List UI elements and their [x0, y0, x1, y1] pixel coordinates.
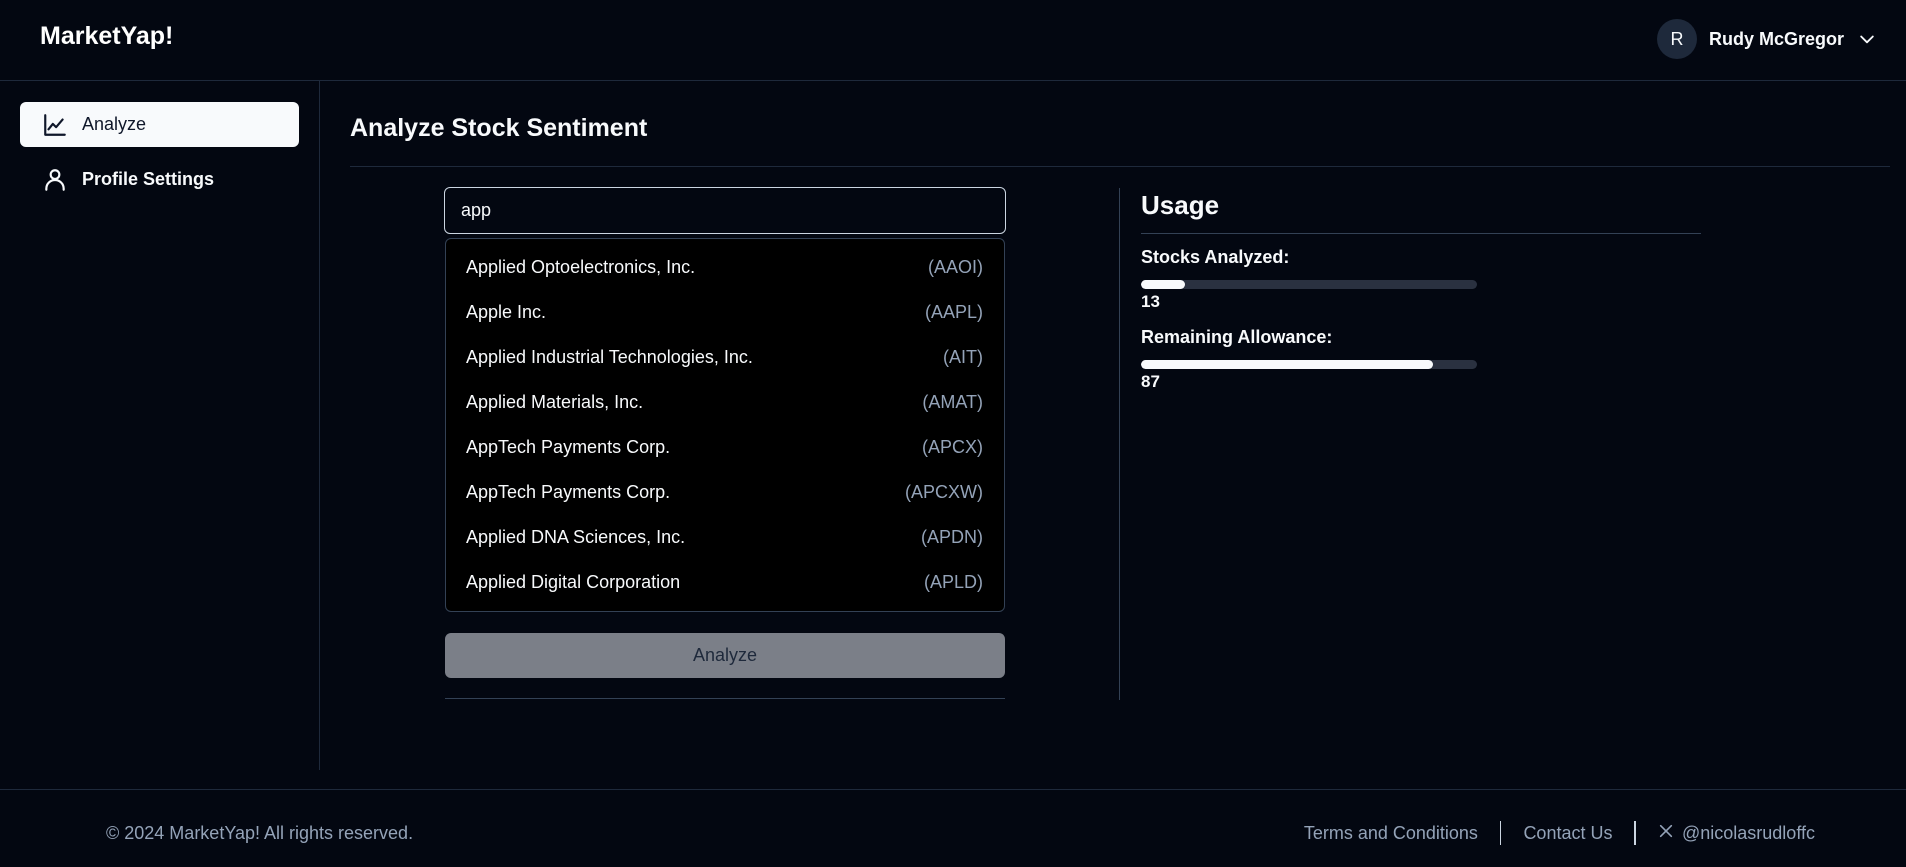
- usage-divider: [1141, 233, 1701, 234]
- line-chart-icon: [42, 112, 68, 138]
- result-symbol: (APLD): [923, 572, 983, 592]
- user-name[interactable]: Rudy McGregor: [1709, 29, 1844, 50]
- search-results-dropdown: Applied Optoelectronics, Inc. (AAOI) App…: [445, 238, 1005, 612]
- form-divider: [445, 698, 1005, 699]
- stocks-analyzed-label: Stocks Analyzed:: [1141, 247, 1290, 267]
- result-symbol: (APCX): [921, 437, 983, 457]
- avatar[interactable]: R: [1656, 19, 1697, 59]
- result-name: Applied Optoelectronics, Inc.: [466, 257, 696, 277]
- search-result-option[interactable]: Apple Inc. (AAPL): [446, 290, 1004, 335]
- remaining-allowance-label: Remaining Allowance:: [1141, 327, 1333, 347]
- top-header: MarketYap! R Rudy McGregor: [0, 0, 1906, 81]
- progress-fill: [1141, 280, 1185, 289]
- search-result-option[interactable]: Applied Industrial Technologies, Inc. (A…: [446, 335, 1004, 380]
- usage-title: Usage: [1141, 190, 1220, 220]
- result-symbol: (AMAT): [922, 392, 983, 412]
- stocks-analyzed-value: 13: [1141, 292, 1160, 311]
- search-result-option[interactable]: Applied Optoelectronics, Inc. (AAOI): [446, 245, 1004, 290]
- app-logo[interactable]: MarketYap!: [40, 22, 173, 51]
- progress-fill: [1141, 360, 1434, 369]
- result-name: Apple Inc.: [466, 302, 547, 322]
- x-logo-icon: [1658, 823, 1674, 844]
- search-result-option[interactable]: Applied Materials, Inc. (AMAT): [446, 380, 1004, 425]
- sidebar-item-profile-settings[interactable]: Profile Settings: [20, 157, 299, 202]
- result-symbol: (APCXW): [905, 482, 983, 502]
- remaining-allowance-value: 87: [1141, 372, 1160, 391]
- title-divider: [350, 166, 1890, 167]
- result-symbol: (AIT): [943, 347, 983, 367]
- search-result-option[interactable]: Applied DNA Sciences, Inc. (APDN): [446, 515, 1004, 560]
- result-symbol: (APDN): [921, 527, 983, 547]
- user-menu[interactable]: R Rudy McGregor: [1656, 19, 1878, 59]
- sidebar: Analyze Profile Settings: [0, 81, 320, 770]
- stocks-analyzed-progress: [1141, 280, 1477, 289]
- page-title: Analyze Stock Sentiment: [350, 114, 648, 142]
- sidebar-item-label: Analyze: [82, 114, 147, 134]
- footer: © 2024 MarketYap! All rights reserved. T…: [0, 789, 1906, 867]
- chevron-down-icon[interactable]: [1856, 28, 1878, 50]
- sidebar-item-label: Profile Settings: [82, 169, 215, 189]
- result-name: Applied Industrial Technologies, Inc.: [466, 347, 753, 367]
- footer-separator: [1499, 821, 1502, 845]
- copyright-text: © 2024 MarketYap! All rights reserved.: [106, 823, 414, 843]
- sidebar-item-analyze[interactable]: Analyze: [20, 102, 299, 147]
- search-result-option[interactable]: AppTech Payments Corp. (APCXW): [446, 470, 1004, 515]
- analyze-button[interactable]: Analyze: [445, 633, 1005, 678]
- column-divider: [1119, 188, 1120, 700]
- remaining-allowance-progress: [1141, 360, 1477, 369]
- result-name: Applied Materials, Inc.: [466, 392, 644, 412]
- result-name: AppTech Payments Corp.: [466, 482, 671, 502]
- twitter-link[interactable]: @nicolasrudloffc: [1658, 823, 1815, 844]
- result-name: AppTech Payments Corp.: [466, 437, 671, 457]
- contact-link[interactable]: Contact Us: [1523, 823, 1612, 844]
- search-result-option[interactable]: AppTech Payments Corp. (APCX): [446, 425, 1004, 470]
- footer-links: Terms and Conditions Contact Us @nicolas…: [1304, 820, 1815, 846]
- result-symbol: (AAOI): [927, 257, 983, 277]
- result-name: Applied Digital Corporation: [466, 572, 681, 592]
- stock-search-input[interactable]: [444, 187, 1006, 234]
- result-symbol: (AAPL): [924, 302, 983, 322]
- twitter-handle: @nicolasrudloffc: [1681, 822, 1815, 843]
- result-name: Applied DNA Sciences, Inc.: [466, 527, 686, 547]
- user-icon: [42, 167, 68, 193]
- terms-link[interactable]: Terms and Conditions: [1304, 823, 1478, 844]
- search-result-option[interactable]: Applied Digital Corporation (APLD): [446, 560, 1004, 605]
- footer-separator: [1634, 821, 1636, 845]
